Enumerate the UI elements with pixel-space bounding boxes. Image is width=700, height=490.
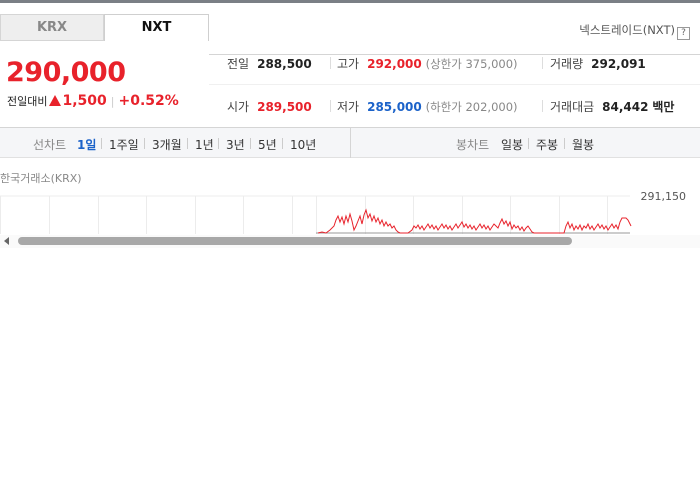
period-5y[interactable]: 5년 <box>258 136 277 153</box>
stat-open: 시가 289,500 <box>227 98 312 115</box>
stat-low-label: 저가 <box>337 100 360 114</box>
chart-grid <box>0 195 630 234</box>
stat-volume: 거래량 292,091 <box>550 55 646 72</box>
tab-krx[interactable]: KRX <box>0 14 104 41</box>
stat-divider <box>542 57 543 69</box>
change-percent: +0.52% <box>118 93 179 109</box>
stat-high: 고가 292,000 (상한가 375,000) <box>337 55 518 72</box>
period-divider <box>144 138 145 149</box>
stat-divider <box>542 100 543 112</box>
stat-high-value: 292,000 <box>367 57 422 71</box>
scroll-left-arrow-icon[interactable] <box>4 237 9 245</box>
stat-divider <box>330 57 331 69</box>
period-1w[interactable]: 1주일 <box>109 136 139 153</box>
stat-amount: 거래대금 84,442 백만 <box>550 98 674 115</box>
stat-prev-value: 288,500 <box>257 57 312 71</box>
chart-period-bar: 선차트 1일 1주일 3개월 1년 3년 5년 10년 봉차트 일봉 주봉 월봉 <box>0 128 700 158</box>
period-10y[interactable]: 10년 <box>290 136 316 153</box>
period-divider <box>218 138 219 149</box>
stat-lower-limit: (하한가 202,000) <box>425 100 518 114</box>
stat-low: 저가 285,000 (하한가 202,000) <box>337 98 518 115</box>
stat-amount-value: 84,442 <box>602 100 649 114</box>
price-line <box>317 208 632 234</box>
stat-upper-limit: (상한가 375,000) <box>425 57 518 71</box>
candle-monthly[interactable]: 월봉 <box>572 136 594 153</box>
candle-daily[interactable]: 일봉 <box>501 136 523 153</box>
period-3m[interactable]: 3개월 <box>152 136 182 153</box>
stat-amount-unit: 백만 <box>652 100 675 114</box>
top-border <box>0 0 700 3</box>
stat-prev-label: 전일 <box>227 57 250 71</box>
change-divider: | <box>110 95 115 108</box>
tab-nxt[interactable]: NXT <box>104 14 209 41</box>
change-label: 전일대비 <box>7 95 48 108</box>
period-divider <box>250 138 251 149</box>
price-stats: 전일 288,500 고가 292,000 (상한가 375,000) 거래량 292… <box>209 41 700 127</box>
period-bar-split <box>350 128 351 158</box>
period-divider <box>187 138 188 149</box>
intraday-chart <box>0 195 632 234</box>
period-3y[interactable]: 3년 <box>226 136 245 153</box>
stat-open-label: 시가 <box>227 100 250 114</box>
change-amount: 1,500 <box>62 93 107 109</box>
stat-row-divider <box>209 84 700 85</box>
scroll-thumb[interactable] <box>18 237 572 245</box>
stat-high-label: 고가 <box>337 57 360 71</box>
stat-volume-value: 292,091 <box>591 57 646 71</box>
period-1y[interactable]: 1년 <box>195 136 214 153</box>
period-divider <box>282 138 283 149</box>
nxt-link-label: 넥스트레이드(NXT) <box>579 23 675 37</box>
chart-scrollbar[interactable] <box>0 235 700 248</box>
line-chart-title: 선차트 <box>33 138 67 152</box>
stat-prev: 전일 288,500 <box>227 55 312 72</box>
current-price: 290,000 <box>6 57 126 88</box>
nxt-info-link[interactable]: 넥스트레이드(NXT)? <box>579 22 690 40</box>
stat-volume-label: 거래량 <box>550 57 584 71</box>
period-divider <box>528 138 529 149</box>
price-change: 전일대비 1,500 | +0.52% <box>7 93 179 109</box>
stat-low-value: 285,000 <box>367 100 422 114</box>
period-divider <box>564 138 565 149</box>
stat-divider <box>330 100 331 112</box>
exchange-label: 한국거래소(KRX) <box>0 172 82 185</box>
period-divider <box>101 138 102 149</box>
period-1d[interactable]: 1일 <box>77 136 96 153</box>
help-icon[interactable]: ? <box>677 27 690 40</box>
candle-weekly[interactable]: 주봉 <box>536 136 558 153</box>
up-triangle-icon <box>49 95 62 106</box>
stat-open-value: 289,500 <box>257 100 312 114</box>
candle-chart-title: 봉차트 <box>456 138 490 152</box>
stat-amount-label: 거래대금 <box>550 100 595 114</box>
